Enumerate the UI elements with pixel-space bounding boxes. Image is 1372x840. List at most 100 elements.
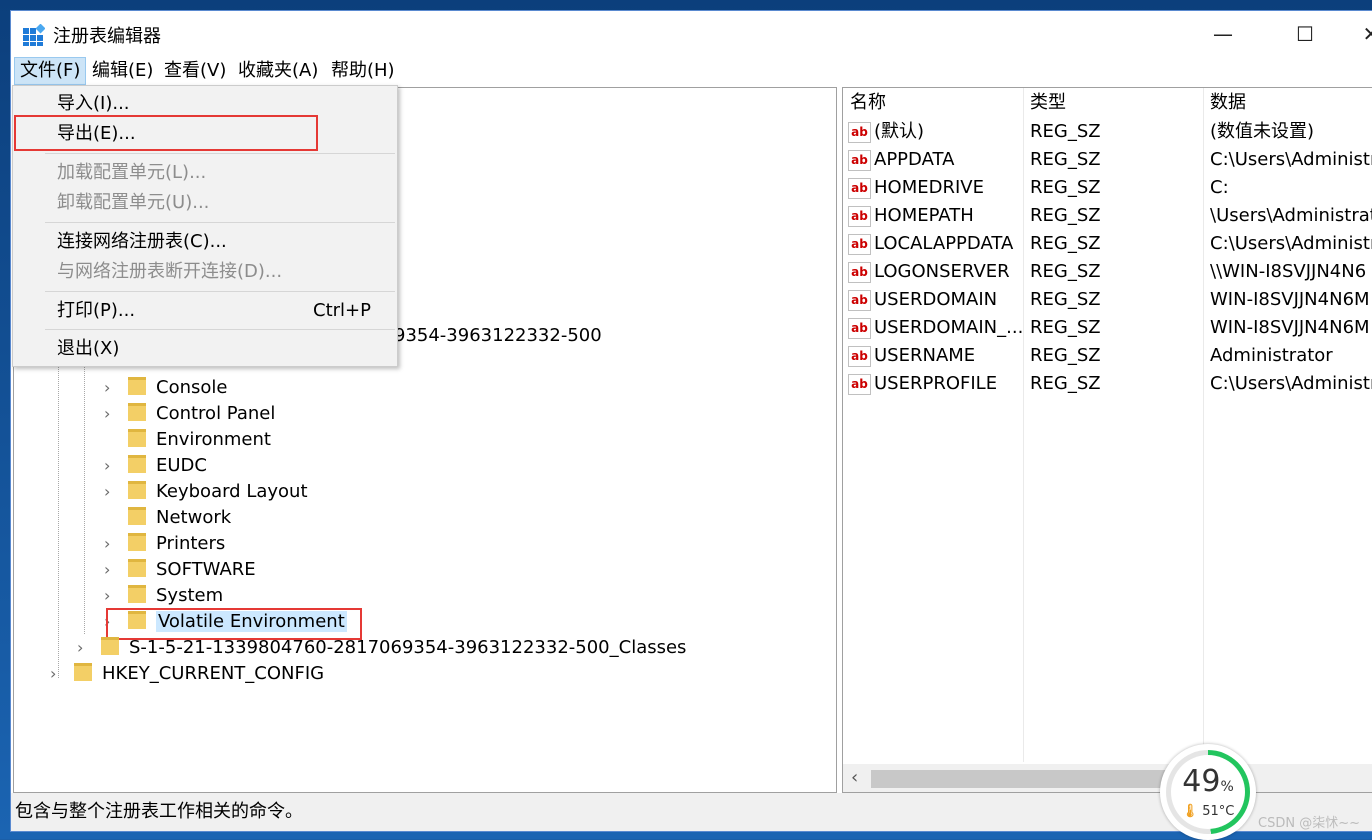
scrollbar-thumb[interactable] <box>871 770 1171 788</box>
value-row[interactable]: ab HOMEPATH REG_SZ \Users\Administrat <box>843 202 1372 230</box>
value-row[interactable]: ab HOMEDRIVE REG_SZ C: <box>843 174 1372 202</box>
chevron-right-icon[interactable]: › <box>104 375 116 401</box>
value-type: REG_SZ <box>1030 317 1101 338</box>
menu-item-unload-hive: 卸载配置单元(U)... <box>14 188 396 218</box>
horizontal-scrollbar[interactable]: ‹ <box>843 764 1372 792</box>
tree-item-label: Console <box>156 377 228 398</box>
value-name: USERDOMAIN_... <box>874 317 1024 338</box>
string-value-icon: ab <box>848 178 871 199</box>
menu-item-print[interactable]: 打印(P)... Ctrl+P <box>14 296 396 326</box>
value-type: REG_SZ <box>1030 345 1101 366</box>
value-type: REG_SZ <box>1030 177 1101 198</box>
value-row[interactable]: ab LOCALAPPDATA REG_SZ C:\Users\Administra <box>843 230 1372 258</box>
tree-item-system[interactable]: › System <box>104 583 223 609</box>
value-data: C: <box>1210 177 1229 198</box>
values-pane[interactable]: 名称 类型 数据 ab (默认) REG_SZ (数值未设置) ab APPDATA REG… <box>842 87 1372 793</box>
chevron-right-icon[interactable]: › <box>104 531 116 557</box>
string-value-icon: ab <box>848 290 871 311</box>
value-type: REG_SZ <box>1030 149 1101 170</box>
chevron-right-icon[interactable]: › <box>77 635 89 661</box>
value-data: (数值未设置) <box>1210 121 1315 142</box>
menu-file[interactable]: 文件(F) <box>14 57 87 85</box>
value-name: USERNAME <box>874 345 976 366</box>
menu-item-label: 与网络注册表断开连接(D)... <box>57 261 283 282</box>
folder-icon <box>128 377 146 395</box>
chevron-right-icon[interactable]: › <box>104 479 116 505</box>
tree-item-environment[interactable]: Environment <box>104 427 271 453</box>
value-type: REG_SZ <box>1030 121 1101 142</box>
value-row[interactable]: ab USERNAME REG_SZ Administrator <box>843 342 1372 370</box>
temperature-readout: 🌡 51°C <box>1181 804 1235 819</box>
string-value-icon: ab <box>848 122 871 143</box>
tree-item-control-panel[interactable]: › Control Panel <box>104 401 275 427</box>
tree-item-label: Control Panel <box>156 403 276 424</box>
value-name: LOCALAPPDATA <box>874 233 1014 254</box>
folder-icon <box>101 637 119 655</box>
menu-item-label: 加载配置单元(L)... <box>57 162 207 183</box>
tree-item-classes[interactable]: › S-1-5-21-1339804760-2817069354-39631223… <box>77 635 686 661</box>
column-header-type[interactable]: 类型 <box>1030 88 1066 118</box>
menu-bar: 文件(F) 编辑(E) 查看(V) 收藏夹(A) 帮助(H) <box>11 57 1372 85</box>
column-header-name[interactable]: 名称 <box>850 88 886 118</box>
folder-icon <box>128 533 146 551</box>
tree-item-console[interactable]: › Console <box>104 375 227 401</box>
tree-item-printers[interactable]: › Printers <box>104 531 225 557</box>
menu-item-label: 连接网络注册表(C)... <box>57 231 227 252</box>
chevron-right-icon[interactable]: › <box>104 401 116 427</box>
menu-view[interactable]: 查看(V) <box>159 57 231 85</box>
value-type: REG_SZ <box>1030 373 1101 394</box>
value-row[interactable]: ab (默认) REG_SZ (数值未设置) <box>843 118 1372 146</box>
system-monitor-widget[interactable]: 49% 🌡 51°C <box>1160 744 1256 840</box>
value-name: APPDATA <box>874 149 955 170</box>
tree-item-keyboard-layout[interactable]: › Keyboard Layout <box>104 479 308 505</box>
value-name: HOMEDRIVE <box>874 177 984 198</box>
tree-partial-sid[interactable]: 9354-3963122332-500 <box>394 323 602 349</box>
string-value-icon: ab <box>848 150 871 171</box>
menu-item-label: 打印(P)... <box>57 300 136 321</box>
minimize-button[interactable]: — <box>1201 19 1245 49</box>
value-row[interactable]: ab USERPROFILE REG_SZ C:\Users\Administra <box>843 370 1372 398</box>
value-row[interactable]: ab LOGONSERVER REG_SZ \\WIN-I8SVJJN4N6 <box>843 258 1372 286</box>
folder-icon <box>128 455 146 473</box>
column-header-data[interactable]: 数据 <box>1210 88 1246 118</box>
chevron-right-icon[interactable]: › <box>50 661 62 687</box>
chevron-right-icon[interactable]: › <box>104 583 116 609</box>
value-type: REG_SZ <box>1030 289 1101 310</box>
value-name: LOGONSERVER <box>874 261 1010 282</box>
tree-item-label: HKEY_CURRENT_CONFIG <box>102 663 325 684</box>
registry-editor-icon <box>23 23 46 46</box>
menu-item-label: 卸载配置单元(U)... <box>57 192 210 213</box>
window-title: 注册表编辑器 <box>53 26 161 47</box>
chevron-right-icon[interactable]: › <box>104 453 116 479</box>
maximize-button[interactable]: ☐ <box>1283 19 1327 49</box>
scroll-left-icon[interactable]: ‹ <box>851 764 858 792</box>
menu-favorites[interactable]: 收藏夹(A) <box>233 57 323 85</box>
menu-item-shortcut: Ctrl+P <box>313 300 371 321</box>
value-data: WIN-I8SVJJN4N6M <box>1210 289 1370 310</box>
menu-item-label: 退出(X) <box>57 338 120 359</box>
tree-item-hkey-current-config[interactable]: › HKEY_CURRENT_CONFIG <box>50 661 324 687</box>
tree-item-network[interactable]: Network <box>104 505 231 531</box>
value-name: USERDOMAIN <box>874 289 998 310</box>
value-row[interactable]: ab USERDOMAIN REG_SZ WIN-I8SVJJN4N6M <box>843 286 1372 314</box>
folder-icon <box>128 481 146 499</box>
menu-item-connect[interactable]: 连接网络注册表(C)... <box>14 227 396 257</box>
value-row[interactable]: ab APPDATA REG_SZ C:\Users\Administra <box>843 146 1372 174</box>
menu-separator <box>45 222 395 223</box>
menu-edit[interactable]: 编辑(E) <box>87 57 158 85</box>
value-row[interactable]: ab USERDOMAIN_... REG_SZ WIN-I8SVJJN4N6M <box>843 314 1372 342</box>
menu-item-exit[interactable]: 退出(X) <box>14 334 396 364</box>
menu-help[interactable]: 帮助(H) <box>326 57 400 85</box>
usage-percent: 49% <box>1182 764 1234 799</box>
tree-item-software[interactable]: › SOFTWARE <box>104 557 256 583</box>
chevron-right-icon[interactable]: › <box>104 557 116 583</box>
string-value-icon: ab <box>848 346 871 367</box>
close-button[interactable]: ✕ <box>1349 19 1372 49</box>
tree-guide-line <box>84 358 85 634</box>
folder-icon <box>128 403 146 421</box>
string-value-icon: ab <box>848 318 871 339</box>
value-data: C:\Users\Administra <box>1210 149 1372 170</box>
tree-item-eudc[interactable]: › EUDC <box>104 453 207 479</box>
highlight-box <box>14 115 318 151</box>
value-data: WIN-I8SVJJN4N6M <box>1210 317 1370 338</box>
